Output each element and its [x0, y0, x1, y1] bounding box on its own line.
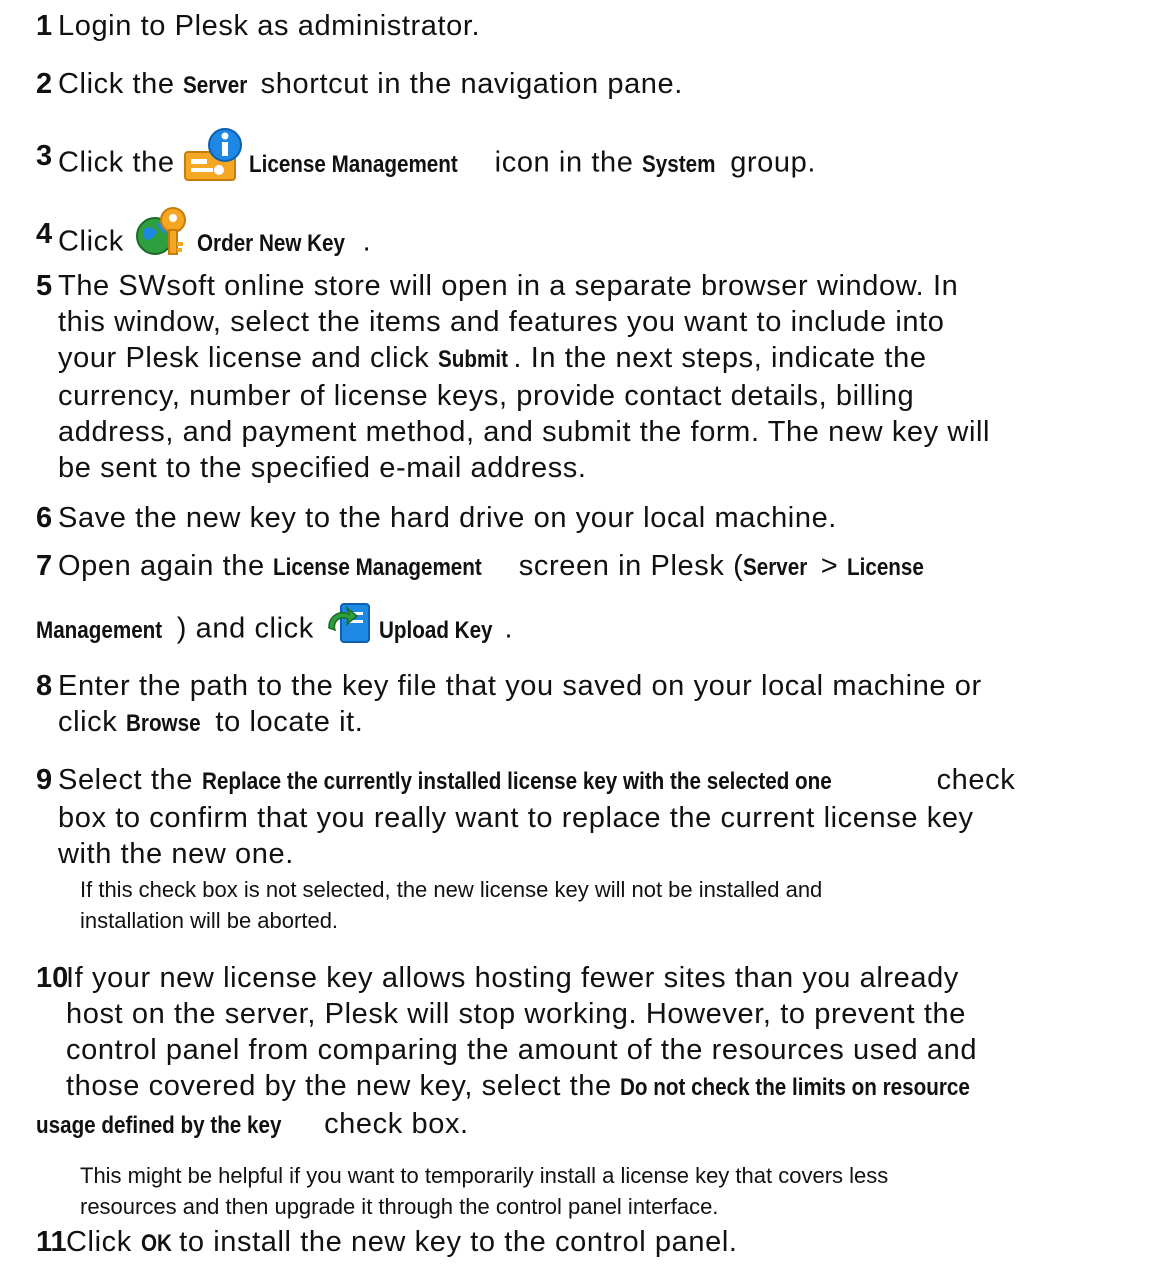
step-text: Click the — [58, 146, 184, 179]
step-text: check box. — [315, 1108, 469, 1140]
step-2: 2 Click the Server shortcut in the navig… — [36, 66, 1141, 104]
note-line: resources and then upgrade it through th… — [80, 1194, 719, 1219]
step-9: 9 Select the Replace the currently insta… — [36, 762, 1141, 872]
license-management-label: License Management — [273, 554, 483, 581]
step-text: check — [927, 764, 1016, 796]
order-new-key-label: Order New Key — [196, 229, 345, 257]
license-management-icon — [183, 128, 243, 181]
step-text: icon in the — [486, 146, 643, 179]
step-text: to install the new key to the control pa… — [170, 1226, 738, 1258]
step-text-line: The SWsoft online store will open in a s… — [58, 270, 959, 302]
step-7: 7 Open again the License Management scre… — [36, 548, 1141, 654]
step-text-line: this window, select the items and featur… — [58, 306, 945, 338]
step-10-note: This might be helpful if you want to tem… — [80, 1160, 1130, 1222]
step-10: 10 If your new license key allows hostin… — [36, 960, 1141, 1144]
step-text-line: address, and payment method, and submit … — [58, 416, 991, 448]
step-text: . — [362, 225, 372, 258]
step-11: 11 Click OK to install the new key to th… — [36, 1224, 1141, 1262]
license-label: License — [846, 554, 924, 581]
step-text: > — [812, 550, 847, 582]
step-text: screen in Plesk ( — [510, 550, 744, 582]
step-text: Click — [58, 225, 133, 258]
step-text-line: your Plesk license and click Submit. In … — [58, 340, 1141, 378]
step-text-line: Enter the path to the key file that you … — [58, 670, 982, 702]
step-text-line: be sent to the specified e-mail address. — [58, 452, 587, 484]
step-3: 3 Click the License Management icon in t… — [36, 128, 1141, 190]
server-label: Server — [183, 72, 248, 99]
usage-defined-label: usage defined by the key — [36, 1112, 282, 1139]
step-text: Open again the — [58, 550, 274, 582]
step-text-line: host on the server, Plesk will stop work… — [66, 998, 966, 1030]
step-number: 9 — [36, 764, 53, 796]
step-4: 4 Click Order New Key. — [36, 207, 1141, 270]
note-line: This might be helpful if you want to tem… — [80, 1163, 889, 1188]
step-8: 8 Enter the path to the key file that yo… — [36, 668, 1141, 742]
license-management-label: License Management — [249, 150, 459, 178]
note-line: If this check box is not selected, the n… — [80, 877, 823, 902]
step-text: Click — [66, 1226, 141, 1258]
step-text-line: with the new one. — [58, 838, 294, 870]
step-number: 7 — [36, 550, 53, 582]
upload-key-label: Upload Key — [378, 616, 493, 644]
step-text: your Plesk license and click — [58, 342, 439, 374]
upload-key-icon — [323, 598, 373, 646]
submit-label: Submit — [438, 346, 509, 373]
replace-key-checkbox-label: Replace the currently installed license … — [201, 768, 832, 795]
step-5: 5 The SWsoft online store will open in a… — [36, 268, 1141, 486]
step-6: 6 Save the new key to the hard drive on … — [36, 500, 1141, 536]
step-number: 5 — [36, 270, 53, 302]
step-text: . In the next steps, indicate the — [513, 342, 927, 374]
step-text: Login to Plesk as administrator. — [58, 10, 481, 42]
step-number: 3 — [36, 140, 53, 172]
order-new-key-icon — [133, 204, 191, 258]
ok-label: OK — [140, 1230, 172, 1257]
step-text-line: currency, number of license keys, provid… — [58, 380, 915, 412]
step-number: 8 — [36, 670, 53, 702]
step-text: ) and click — [176, 612, 323, 645]
step-number: 1 — [36, 10, 53, 42]
system-label: System — [642, 150, 716, 178]
step-number: 6 — [36, 502, 53, 534]
server-label: Server — [743, 554, 808, 581]
step-number: 10 — [36, 962, 69, 994]
step-text-line: control panel from comparing the amount … — [66, 1034, 978, 1066]
step-text: group. — [721, 146, 817, 179]
step-1: 1 Login to Plesk as administrator. — [36, 8, 1141, 44]
note-line: installation will be aborted. — [80, 908, 339, 933]
step-text: Select the — [58, 764, 202, 796]
step-9-note: If this check box is not selected, the n… — [80, 874, 1130, 936]
step-text: those covered by the new key, select the — [66, 1070, 621, 1102]
management-label: Management — [36, 616, 163, 644]
step-text: Click the — [58, 68, 184, 100]
browse-label: Browse — [126, 710, 201, 737]
step-text: click — [58, 706, 127, 738]
step-text: to locate it. — [206, 706, 364, 738]
step-number: 2 — [36, 68, 53, 100]
step-text: shortcut in the navigation pane. — [252, 68, 683, 100]
step-text: Save the new key to the hard drive on yo… — [58, 502, 837, 534]
step-number: 11 — [36, 1226, 67, 1258]
step-number: 4 — [36, 218, 53, 250]
do-not-check-limits-label: Do not check the limits on resource — [620, 1074, 971, 1101]
step-text-line: If your new license key allows hosting f… — [66, 962, 959, 994]
step-text: . — [504, 612, 514, 645]
step-text-line: box to confirm that you really want to r… — [58, 802, 974, 834]
